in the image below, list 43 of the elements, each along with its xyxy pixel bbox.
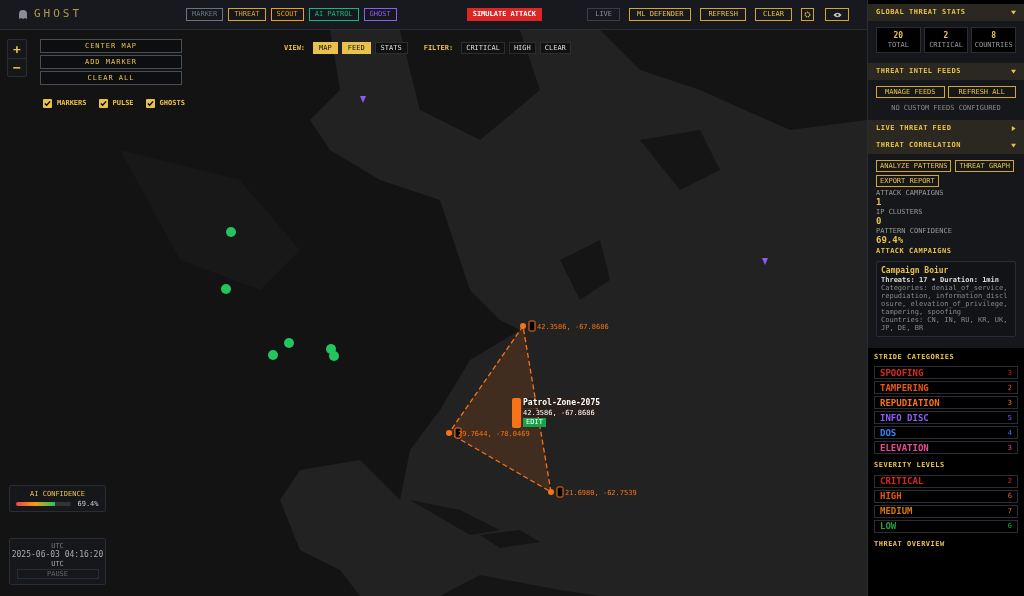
visibility-button[interactable] [825,8,849,21]
threat-marker [226,227,236,237]
threat-marker [221,284,231,294]
zone-handle[interactable] [512,398,521,428]
stat-value: 2 [943,31,949,41]
category-label: TAMPERING [880,382,929,393]
vertex-marker [520,323,526,329]
category-label: INFO DISC [880,412,929,423]
stat-value: 20 [893,31,904,41]
campaign-name: Campaign Boiur [881,265,950,276]
zoom-out-button[interactable]: − [8,58,26,76]
settings-button[interactable] [801,8,814,21]
metric-value: 0 [876,216,883,227]
zone-name: Patrol-Zone-2075 [523,398,601,408]
threat-marker [329,351,339,361]
category-label: LOW [880,521,897,531]
vertex-marker [446,430,452,436]
brand-name: GHOST [34,6,83,23]
vertex-handle [556,486,564,498]
metric-value: 1 [876,197,883,208]
category-label: MEDIUM [880,506,913,516]
stat-value: 8 [991,31,997,41]
category-label: DOS [880,427,897,438]
category-label: HIGH [880,491,902,501]
clock-time: 2025-06-03 04:16:20 [11,550,104,560]
zoom-in-button[interactable]: + [8,40,26,58]
ghost-marker [762,258,768,265]
category-label: ELEVATION [880,442,929,453]
settings-icon [804,11,811,18]
vertex-marker [548,489,554,495]
layer-checkbox[interactable] [145,98,155,108]
category-label: REPUDIATION [880,397,940,408]
layer-checkbox[interactable] [98,98,108,108]
threat-marker [284,338,294,348]
ghost-icon [18,9,28,20]
ghost-marker [360,96,366,103]
eye-icon [832,11,842,18]
layer-checkbox[interactable] [43,98,52,108]
vertex-handle [528,320,536,332]
category-label: SPOOFING [880,367,924,378]
metric-value: 69.4% [876,235,905,246]
category-label: CRITICAL [880,476,924,486]
threat-marker [268,350,278,360]
